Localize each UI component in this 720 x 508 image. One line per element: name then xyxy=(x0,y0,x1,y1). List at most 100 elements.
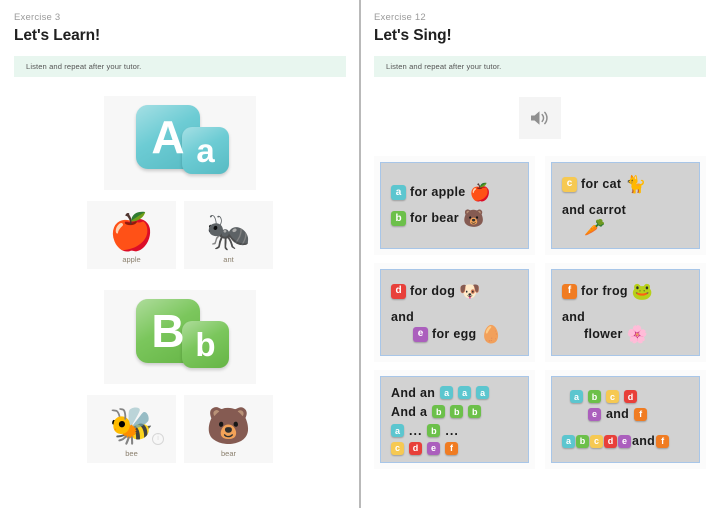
letter-tile-c: c xyxy=(391,441,404,455)
speaker-icon xyxy=(529,109,551,127)
song-line: a b c d xyxy=(562,390,689,403)
letter-b-uppercase-glyph: B xyxy=(151,305,185,357)
song-card-grid: a for apple 🍎 b for bear 🐻 c for cat 🐈 a… xyxy=(374,156,706,469)
song-line-text: flower xyxy=(584,326,623,341)
bee-emoji: 🐝 xyxy=(109,405,154,446)
song-line: a for apple 🍎 xyxy=(391,184,518,201)
bear-emoji: 🐻 xyxy=(462,209,485,228)
song-line-text: for apple xyxy=(410,185,466,199)
word-row-a: 🍎 apple 🐜 ant xyxy=(14,201,346,269)
letter-tile-f: f xyxy=(634,407,648,421)
letter-tile-a: a xyxy=(476,386,490,399)
flower-emoji: 🌸 xyxy=(626,324,648,344)
exercise-label-right: Exercise 12 xyxy=(374,12,426,23)
letter-tile-b: b xyxy=(391,211,406,226)
info-icon[interactable]: i xyxy=(152,433,164,445)
letter-tile-b: b xyxy=(468,405,482,418)
letter-tile-a: a xyxy=(562,434,575,448)
ellipsis-2: ... xyxy=(445,423,459,438)
song-line-text: and carrot xyxy=(562,202,627,217)
page-title-left: Let's Learn! xyxy=(14,27,101,44)
word-card-bear[interactable]: 🐻 bear xyxy=(184,395,273,463)
ellipsis-1: ... xyxy=(409,423,423,438)
letter-tile-d: d xyxy=(409,441,422,455)
cat-emoji: 🐈 xyxy=(625,174,647,194)
song-line: and carrot xyxy=(562,202,689,219)
letter-b-graphic: B b xyxy=(120,297,240,377)
song-card-chorus-2[interactable]: a b c d e and f a b c d e and f xyxy=(545,370,706,469)
song-line-text: and xyxy=(632,434,656,448)
song-line: e and f xyxy=(562,406,689,422)
song-line: e for egg 🥚 xyxy=(391,326,518,343)
page-title-right: Let's Sing! xyxy=(374,27,452,44)
song-line-text: for bear xyxy=(410,211,459,225)
song-line-text: And a xyxy=(391,404,428,419)
letter-tile-b: b xyxy=(576,434,589,448)
instruction-banner-right: Listen and repeat after your tutor. xyxy=(374,56,706,77)
song-card-body: f for frog 🐸 and flower 🌸 xyxy=(551,269,700,356)
song-line-text: and xyxy=(606,407,630,421)
letter-tile-d: d xyxy=(391,283,406,299)
song-card-body: a b c d e and f a b c d e and f xyxy=(551,376,700,463)
bear-emoji: 🐻 xyxy=(206,405,251,446)
ant-emoji: 🐜 xyxy=(206,211,251,252)
word-label-apple: apple xyxy=(122,255,141,264)
song-card-body: And an a a a And a b b b a ... b ... c d… xyxy=(380,376,529,463)
letter-a-graphic: A a xyxy=(120,103,240,183)
panel-lets-sing: Exercise 12 Let's Sing! Listen and repea… xyxy=(360,0,720,508)
panel-lets-learn: Exercise 3 Let's Learn! Listen and repea… xyxy=(0,0,360,508)
song-line-text: And an xyxy=(391,385,436,400)
letter-a-uppercase-glyph: A xyxy=(151,111,185,163)
letter-tile-f: f xyxy=(445,441,458,455)
word-row-b: 🐝 bee i 🐻 bear xyxy=(14,395,346,463)
word-card-bee[interactable]: 🐝 bee i xyxy=(87,395,176,463)
lesson-screen: Exercise 3 Let's Learn! Listen and repea… xyxy=(0,0,720,508)
word-card-apple[interactable]: 🍎 apple xyxy=(87,201,176,269)
song-line: and xyxy=(562,309,689,326)
letter-tile-e: e xyxy=(413,326,428,342)
audio-play-button[interactable] xyxy=(519,97,561,139)
letter-b-lowercase-tile: b xyxy=(182,321,229,368)
word-label-ant: ant xyxy=(223,255,234,264)
letter-tile-f: f xyxy=(562,283,577,299)
letter-tile-b: b xyxy=(588,390,601,403)
letter-tile-a: a xyxy=(391,424,404,437)
letter-tile-e: e xyxy=(618,434,631,448)
song-card-d-e[interactable]: d for dog 🐶 and e for egg 🥚 xyxy=(374,263,535,362)
song-card-body: d for dog 🐶 and e for egg 🥚 xyxy=(380,269,529,356)
exercise-label-left: Exercise 3 xyxy=(14,12,61,23)
song-line-text: for dog xyxy=(410,283,456,298)
song-line: and xyxy=(391,309,518,326)
song-card-a-b[interactable]: a for apple 🍎 b for bear 🐻 xyxy=(374,156,535,255)
song-line: b for bear 🐻 xyxy=(391,210,518,227)
letter-b-lowercase-glyph: b xyxy=(195,326,216,363)
song-card-c[interactable]: c for cat 🐈 and carrot 🥕 xyxy=(545,156,706,255)
song-line: d for dog 🐶 xyxy=(391,283,518,300)
song-card-f[interactable]: f for frog 🐸 and flower 🌸 xyxy=(545,263,706,362)
song-line: c d e f xyxy=(391,441,518,455)
apple-emoji: 🍎 xyxy=(469,183,491,202)
egg-emoji: 🥚 xyxy=(480,324,502,344)
carrot-emoji: 🥕 xyxy=(584,217,606,237)
letter-tile-b: b xyxy=(432,405,446,418)
letter-tile-c: c xyxy=(590,434,603,448)
song-line-text: for cat xyxy=(581,176,622,191)
letter-tile-a: a xyxy=(570,390,583,403)
dog-emoji: 🐶 xyxy=(459,281,481,301)
letter-tile-b: b xyxy=(450,405,464,418)
song-line: And an a a a xyxy=(391,385,518,401)
letter-tile-e: e xyxy=(588,407,601,421)
word-card-ant[interactable]: 🐜 ant xyxy=(184,201,273,269)
letter-card-a[interactable]: A a xyxy=(104,96,256,190)
song-line: And a b b b xyxy=(391,404,518,420)
song-card-chorus-1[interactable]: And an a a a And a b b b a ... b ... c d… xyxy=(374,370,535,469)
frog-emoji: 🐸 xyxy=(631,281,654,301)
song-line: flower 🌸 xyxy=(562,326,689,343)
word-label-bee: bee xyxy=(125,449,138,458)
letter-tile-c: c xyxy=(562,176,577,192)
letter-card-b[interactable]: B b xyxy=(104,290,256,384)
apple-emoji: 🍎 xyxy=(109,211,154,252)
song-line-emoji: 🥕 xyxy=(562,219,689,236)
song-line-text: and xyxy=(562,309,586,324)
letter-a-lowercase-glyph: a xyxy=(196,132,215,169)
